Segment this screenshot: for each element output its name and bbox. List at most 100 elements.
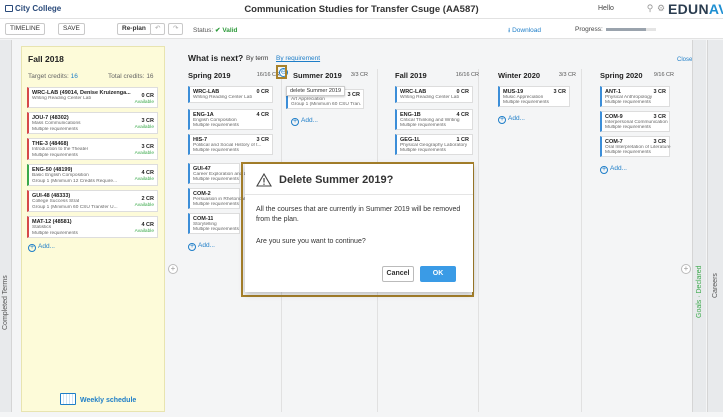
- plus-icon: +: [498, 116, 506, 124]
- tab-by-requirement[interactable]: By requirement: [276, 55, 320, 62]
- course-card[interactable]: WRC-LAB Writing Reading Center Lab 0 CR: [395, 86, 473, 103]
- term-credits: 9/16 CR: [653, 72, 674, 78]
- course-desc: Statistics: [32, 225, 52, 230]
- tab-by-term[interactable]: By term: [246, 55, 268, 62]
- course-availability: Available: [134, 203, 154, 208]
- expand-left-button[interactable]: +: [168, 264, 178, 274]
- course-card[interactable]: ENG-50 (48199) Basic English Composition…: [27, 164, 158, 186]
- course-desc: Introduction to the Theater: [32, 147, 89, 152]
- timeline-button[interactable]: TIMELINE: [5, 23, 45, 35]
- current-term-title: Fall 2018: [28, 54, 64, 64]
- course-availability: Available: [134, 100, 154, 105]
- course-card[interactable]: MAT-12 (48581) Statistics Multiple requi…: [27, 216, 158, 238]
- total-credits-label: Total credits:: [108, 73, 145, 80]
- warning-icon: [256, 173, 272, 187]
- add-course-button[interactable]: + Add...: [28, 243, 55, 252]
- course-desc: Mass Communications: [32, 121, 81, 126]
- add-course-button[interactable]: + Add...: [600, 165, 627, 174]
- course-desc: Basic English Composition: [32, 173, 89, 178]
- course-card[interactable]: GUI-48 (48333) College Success Strat Gro…: [27, 190, 158, 212]
- weekly-schedule-link[interactable]: Weekly schedule: [60, 393, 136, 405]
- dialog-question: Are you sure you want to continue?: [256, 238, 366, 245]
- course-card[interactable]: THE-3 (48468) Introduction to the Theate…: [27, 138, 158, 160]
- course-desc: Writing Reading Center Lab: [400, 95, 460, 100]
- careers-tab[interactable]: Careers: [707, 40, 723, 412]
- course-card[interactable]: COM-7 Oral Interpretation of Literature …: [600, 136, 671, 157]
- completed-terms-tab[interactable]: Completed Terms: [0, 40, 12, 412]
- plus-icon: +: [28, 244, 36, 252]
- course-credits: 3 CR: [553, 89, 566, 95]
- cancel-button[interactable]: Cancel: [382, 266, 414, 282]
- add-course-button[interactable]: + Add...: [291, 117, 318, 126]
- course-requirement: Multiple requirements: [503, 100, 549, 105]
- term-credits: 3/3 CR: [350, 72, 368, 78]
- term-credits: 16/16 CR: [455, 72, 479, 78]
- course-credits: 3 CR: [347, 92, 360, 98]
- brand-accent-text: AV: [708, 1, 723, 17]
- course-card[interactable]: COM-2 Persuasion in Rhetorical Pr Multip…: [188, 188, 251, 209]
- delete-term-tooltip: delete Summer 2019: [286, 86, 346, 96]
- ok-button[interactable]: OK: [420, 266, 456, 282]
- course-requirement: Multiple requirements: [32, 127, 78, 132]
- course-card[interactable]: WRC-LAB Writing Reading Center Lab 0 CR: [188, 86, 273, 103]
- course-credits: 0 CR: [456, 89, 469, 95]
- add-course-button[interactable]: + Add...: [188, 242, 215, 251]
- course-card[interactable]: ENG-1A English Composition Multiple requ…: [188, 109, 273, 130]
- college-logo[interactable]: City College: [5, 4, 61, 13]
- status-check-icon: ✔: [215, 27, 221, 34]
- course-requirement: Multiple requirements: [193, 177, 239, 182]
- course-card[interactable]: MUS-19 Music Appreciation Multiple requi…: [498, 86, 570, 107]
- course-requirement: Multiple requirements: [193, 202, 239, 207]
- course-card[interactable]: COM-11 Storytelling Multiple requirement…: [188, 213, 240, 234]
- course-credits: 4 CR: [141, 170, 154, 176]
- add-course-label: Add...: [198, 242, 215, 249]
- add-course-label: Add...: [38, 243, 55, 250]
- course-credits: 3 CR: [141, 144, 154, 150]
- course-requirement: Multiple requirements: [32, 231, 78, 236]
- gear-icon[interactable]: ⚙: [656, 3, 666, 13]
- course-availability: Available: [134, 125, 154, 130]
- course-credits: 3 CR: [653, 139, 666, 145]
- course-credits: 2 CR: [141, 196, 154, 202]
- add-course-button[interactable]: + Add...: [498, 115, 525, 124]
- college-icon: [5, 5, 13, 12]
- replan-button[interactable]: Re-plan: [117, 23, 151, 35]
- greeting: Hello: [598, 5, 614, 12]
- save-button[interactable]: SAVE: [58, 23, 85, 35]
- plus-icon: +: [188, 243, 196, 251]
- course-requirement: Group 1 (Minimum 60 CSU Transfer U...: [32, 205, 118, 210]
- progress-bar: [606, 28, 656, 31]
- add-course-label: Add...: [508, 115, 525, 122]
- course-card[interactable]: JOU-7 (48302) Mass Communications Multip…: [27, 112, 158, 134]
- course-requirement: Multiple requirements: [605, 125, 651, 130]
- search-icon[interactable]: ⚲: [645, 3, 655, 13]
- course-requirement: Multiple requirements: [32, 153, 78, 158]
- calendar-icon: [60, 393, 76, 405]
- page-title: Communication Studies for Transfer Csuge…: [244, 4, 479, 15]
- course-requirement: Multiple requirements: [400, 123, 446, 128]
- course-requirement: Multiple requirements: [605, 150, 651, 155]
- course-credits: 4 CR: [456, 112, 469, 118]
- course-card[interactable]: HIS-7 Political and Social History of t.…: [188, 134, 273, 155]
- course-card[interactable]: ENG-1B Critical Thinking and Writing Mul…: [395, 109, 473, 130]
- download-link[interactable]: ⭳ Download: [508, 26, 541, 37]
- term-column-winter-2020: Winter 2020 3/3 CR MUS-19 Music Apprecia…: [498, 69, 594, 412]
- download-label: Download: [512, 27, 542, 34]
- total-credits: Total credits: 16: [108, 73, 154, 80]
- dialog-message: All the courses that are currently in Su…: [256, 206, 461, 223]
- course-card[interactable]: COM-9 Interpersonal Communication Multip…: [600, 111, 670, 132]
- course-card[interactable]: GEG-1L Physical Geography Laboratory Mul…: [395, 134, 473, 155]
- course-card[interactable]: WRC-LAB (49014, Denise Kruizenga... Writ…: [27, 87, 158, 108]
- term-credits: 3/3 CR: [558, 72, 576, 78]
- course-card[interactable]: GUI-47 Career Exploration and Life Multi…: [188, 163, 251, 184]
- course-desc: Writing Reading Center Lab: [32, 96, 92, 101]
- course-card[interactable]: ANT-1 Physical Anthropology Multiple req…: [600, 86, 670, 107]
- progress-fill: [606, 28, 646, 31]
- plan-status: Status: ✔ Valid: [193, 26, 238, 34]
- redo-button[interactable]: ↷: [168, 23, 184, 35]
- undo-button[interactable]: ↶: [150, 23, 166, 35]
- dialog-divider: [245, 194, 473, 195]
- goals-tab[interactable]: Goals · Declared: [692, 40, 706, 412]
- target-credits-value[interactable]: 16: [71, 73, 78, 80]
- course-requirement: Multiple requirements: [193, 227, 239, 232]
